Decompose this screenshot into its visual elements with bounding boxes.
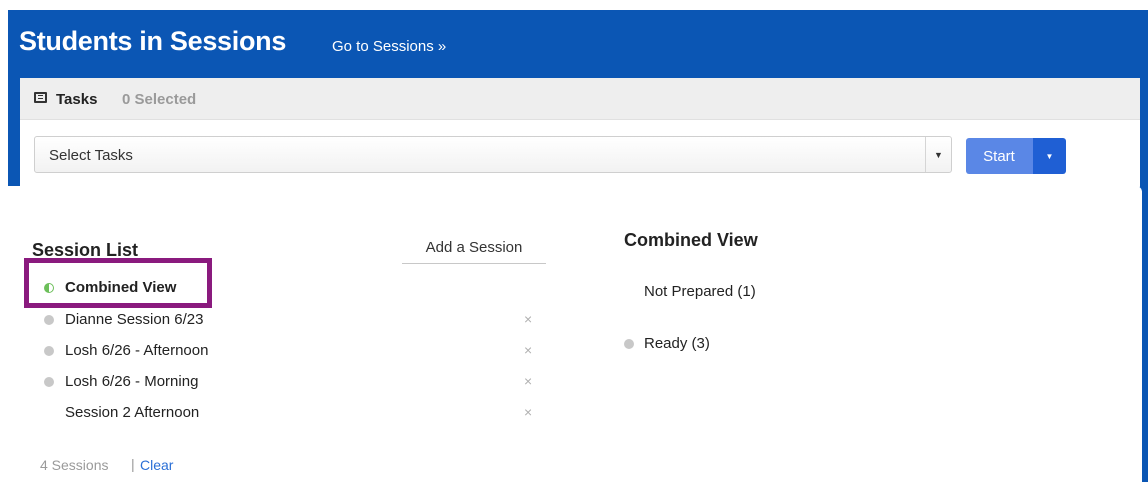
session-item-label: Losh 6/26 - Afternoon <box>65 342 209 359</box>
session-count: 4 Sessions <box>40 457 109 473</box>
tasks-selected-count: 0 Selected <box>122 91 197 108</box>
select-tasks-value: Select Tasks <box>49 147 133 164</box>
go-to-sessions-link[interactable]: Go to Sessions » <box>332 38 446 55</box>
session-item-label: Session 2 Afternoon <box>65 404 200 421</box>
status-dot-icon <box>624 339 634 349</box>
close-icon[interactable]: × <box>524 404 532 420</box>
status-dot-icon <box>44 346 54 356</box>
session-item-losh-afternoon[interactable]: Losh 6/26 - Afternoon × <box>40 340 540 364</box>
status-dot-icon <box>44 315 54 325</box>
session-item-session-2-afternoon[interactable]: Session 2 Afternoon × <box>40 402 540 426</box>
close-icon[interactable]: × <box>524 373 532 389</box>
status-group-label: Ready (3) <box>644 335 710 352</box>
start-button-group: Start ▼ <box>966 138 1066 174</box>
page-title: Students in Sessions <box>19 26 287 56</box>
combined-view-title: Combined View <box>624 230 758 250</box>
start-button[interactable]: Start <box>966 138 1032 174</box>
tasks-header: Tasks 0 Selected <box>20 78 1140 120</box>
select-tasks-dropdown[interactable]: Select Tasks ▼ <box>34 136 952 173</box>
session-item-label: Losh 6/26 - Morning <box>65 373 199 390</box>
status-group-label: Not Prepared (1) <box>644 283 756 300</box>
session-item-combined-view[interactable]: Combined View <box>40 277 540 301</box>
chevron-down-icon[interactable]: ▼ <box>925 137 951 172</box>
session-item-label: Dianne Session 6/23 <box>65 311 204 328</box>
start-dropdown-chevron-icon[interactable]: ▼ <box>1032 138 1066 174</box>
session-item-label: Combined View <box>65 279 177 296</box>
half-filled-circle-icon <box>44 283 54 293</box>
close-icon[interactable]: × <box>524 342 532 358</box>
session-item-dianne[interactable]: Dianne Session 6/23 × <box>40 309 540 333</box>
content-panel <box>2 186 1142 482</box>
status-dot-icon <box>44 377 54 387</box>
footer-separator: | <box>131 456 135 472</box>
list-icon <box>34 92 47 103</box>
tasks-panel: Tasks 0 Selected Select Tasks ▼ Start ▼ <box>20 78 1140 188</box>
tasks-label: Tasks <box>56 91 98 108</box>
add-session-button[interactable]: Add a Session <box>402 232 546 264</box>
page-header: Students in Sessions Go to Sessions » <box>8 10 1148 80</box>
session-item-losh-morning[interactable]: Losh 6/26 - Morning × <box>40 371 540 395</box>
close-icon[interactable]: × <box>524 311 532 327</box>
clear-link[interactable]: Clear <box>140 457 173 473</box>
